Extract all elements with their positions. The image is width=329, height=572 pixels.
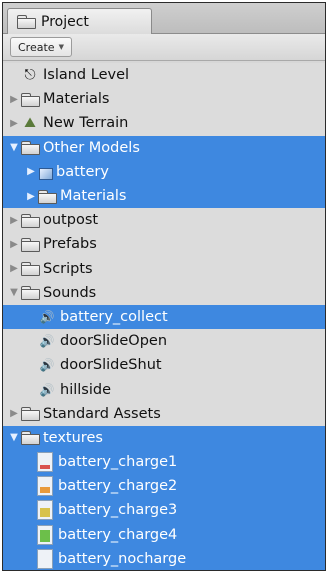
tree-row-label: hillside: [60, 381, 111, 398]
terrain-icon: ⛰: [24, 115, 36, 132]
tree-row-label: Prefabs: [43, 236, 97, 253]
tree-row-label: textures: [43, 429, 103, 446]
tree-row[interactable]: ▶ outpost: [3, 208, 325, 232]
tree-row-label: Standard Assets: [43, 405, 161, 422]
tree-row-label: doorSlideShut: [60, 357, 162, 374]
tree-row-label: Island Level: [43, 67, 130, 84]
expand-arrow-icon[interactable]: ▶: [25, 191, 37, 202]
expand-arrow-icon[interactable]: ▶: [8, 239, 20, 250]
expand-arrow-icon[interactable]: ▶: [8, 118, 20, 129]
folder-icon: [20, 431, 40, 446]
tree-row-label: battery: [56, 163, 109, 180]
tree-row-label: battery_collect: [60, 308, 168, 325]
sound-icon: 🔊: [39, 334, 55, 349]
expand-arrow-icon[interactable]: ▶: [8, 215, 20, 226]
tab-project[interactable]: Project: [7, 8, 152, 34]
tree-row[interactable]: ▶ ⛰ New Terrain: [3, 111, 325, 135]
tree-row[interactable]: ▶ battery: [3, 159, 325, 184]
expand-arrow-icon[interactable]: ▶: [8, 263, 20, 274]
folder-icon: [37, 189, 57, 204]
tree-row[interactable]: ▶ Materials: [3, 87, 325, 111]
tree-row[interactable]: 🔊 battery_collect: [3, 304, 325, 330]
texture-icon: [37, 500, 53, 521]
collapse-arrow-icon[interactable]: ▼: [8, 432, 20, 443]
tree-row-label: Materials: [60, 188, 127, 205]
create-label: Create: [18, 40, 55, 54]
model-icon: [37, 165, 53, 180]
sound-icon: 🔊: [39, 382, 55, 397]
scene-icon: ⎋: [24, 67, 36, 84]
create-button[interactable]: Create ▼: [10, 37, 72, 57]
tree-row-label: New Terrain: [43, 115, 129, 132]
tree-row-label: battery_nocharge: [58, 550, 187, 567]
folder-icon: [16, 15, 36, 29]
folder-icon: [20, 286, 40, 301]
tab-bar: Project: [3, 3, 325, 34]
chevron-down-icon: ▼: [58, 43, 64, 51]
tree-row[interactable]: battery_charge1: [3, 450, 325, 475]
tree-row-label: battery_charge1: [58, 454, 178, 471]
collapse-arrow-icon[interactable]: ▼: [8, 287, 20, 298]
folder-icon: [20, 262, 40, 277]
folder-icon: [20, 92, 40, 107]
tree-row[interactable]: 🔊 doorSlideShut: [3, 353, 325, 377]
tree-row[interactable]: battery_charge3: [3, 498, 325, 523]
sound-icon: 🔊: [39, 309, 55, 324]
expand-arrow-icon[interactable]: ▶: [25, 166, 37, 177]
tree-row[interactable]: ▶ Materials: [3, 183, 325, 209]
expand-arrow-icon[interactable]: ▶: [8, 408, 20, 419]
texture-icon: [37, 476, 53, 497]
texture-icon: [37, 452, 53, 473]
tree-row-label: Materials: [43, 91, 110, 108]
tree-row[interactable]: ⎋ Island Level: [3, 63, 325, 87]
folder-icon: [20, 407, 40, 422]
folder-icon: [20, 237, 40, 252]
tab-label: Project: [41, 13, 89, 30]
tree-row-label: Other Models: [43, 139, 140, 156]
tree-row-label: outpost: [43, 212, 99, 229]
collapse-arrow-icon[interactable]: ▼: [8, 142, 20, 153]
texture-icon: [37, 548, 53, 569]
tree-row[interactable]: ▼ Sounds: [3, 281, 325, 305]
sound-icon: 🔊: [39, 358, 55, 373]
expand-arrow-icon[interactable]: ▶: [8, 94, 20, 105]
asset-tree: ⎋ Island Level ▶ Materials ▶ ⛰ New Terrain ▼ Oth…: [3, 63, 325, 570]
tree-row-label: battery_charge2: [58, 478, 178, 495]
tree-row[interactable]: ▶ Prefabs: [3, 232, 325, 256]
tree-row[interactable]: ▶ Scripts: [3, 257, 325, 281]
tree-row[interactable]: battery_charge4: [3, 522, 325, 547]
project-panel: Project Create ▼ ⎋ Island Level ▶ Materials…: [2, 2, 326, 571]
folder-icon: [20, 213, 40, 228]
tree-row-label: Scripts: [43, 260, 93, 277]
tree-row[interactable]: 🔊 hillside: [3, 377, 325, 401]
tree-row-label: battery_charge4: [58, 526, 178, 543]
tree-row-label: doorSlideOpen: [60, 333, 168, 350]
tree-row-label: battery_charge3: [58, 502, 178, 519]
tree-row[interactable]: ▼ textures: [3, 425, 325, 450]
texture-icon: [37, 524, 53, 545]
tree-row[interactable]: 🔊 doorSlideOpen: [3, 329, 325, 353]
tree-row-label: Sounds: [43, 284, 97, 301]
tree-row[interactable]: ▶ Standard Assets: [3, 402, 325, 426]
tree-row[interactable]: battery_nocharge: [3, 546, 325, 570]
tree-row[interactable]: battery_charge2: [3, 474, 325, 499]
toolbar: Create ▼: [3, 34, 325, 61]
folder-icon: [20, 141, 40, 156]
tree-row[interactable]: ▼ Other Models: [3, 135, 325, 160]
